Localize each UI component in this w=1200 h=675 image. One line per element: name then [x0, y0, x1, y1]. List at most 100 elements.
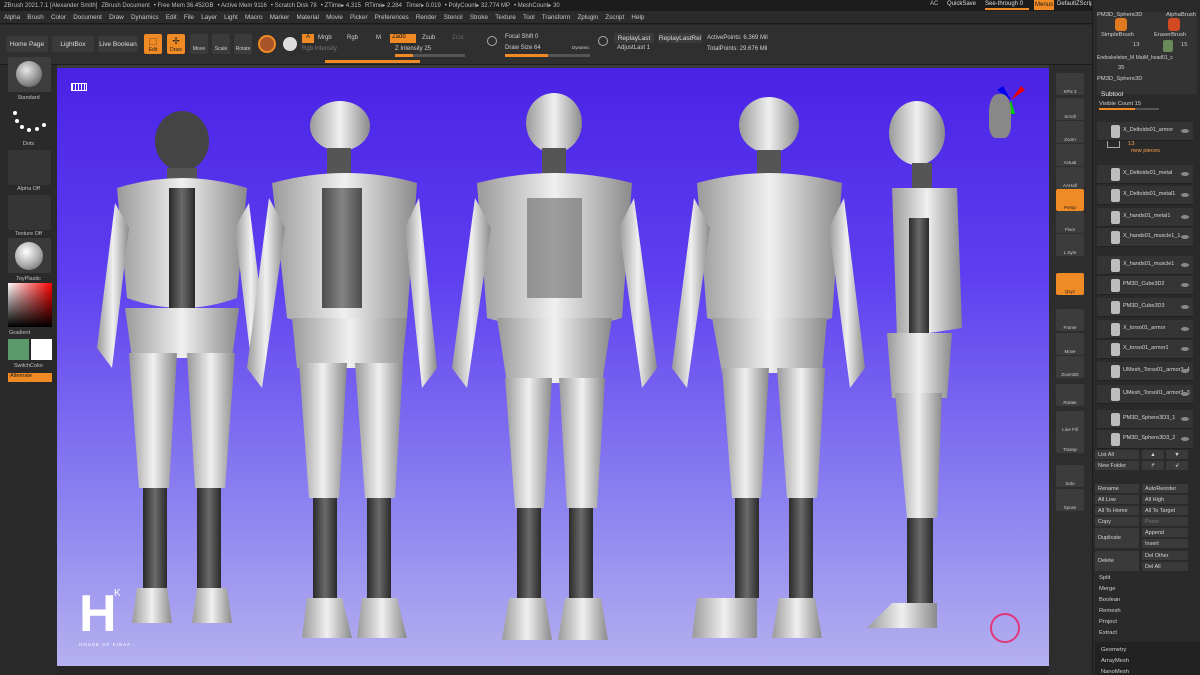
tray-l-sym-button[interactable]: L.Sym: [1056, 234, 1084, 256]
simplebrush-label[interactable]: SimpleBrush: [1101, 32, 1134, 38]
eye-icon[interactable]: [1181, 172, 1189, 176]
menu-transform[interactable]: Transform: [542, 14, 570, 21]
tray-scroll-button[interactable]: Scroll: [1056, 98, 1084, 120]
menu-help[interactable]: Help: [631, 14, 644, 21]
visible-count-slider[interactable]: Visible Count 15: [1099, 101, 1141, 107]
navigation-head-icon[interactable]: [989, 94, 1011, 138]
edit-button[interactable]: ⬚ Edit: [144, 34, 162, 54]
color-picker[interactable]: [8, 283, 52, 327]
alpha-slot[interactable]: [8, 150, 51, 185]
eye-icon[interactable]: [1181, 263, 1189, 267]
scale-button[interactable]: Scale: [212, 34, 230, 54]
menu-render[interactable]: Render: [416, 14, 437, 21]
all-high-button[interactable]: All High: [1142, 495, 1188, 504]
menu-alpha[interactable]: Alpha: [4, 14, 20, 21]
menu-zplugin[interactable]: Zplugin: [577, 14, 598, 21]
eye-icon[interactable]: [1181, 417, 1189, 421]
tray-solo-button[interactable]: Solo: [1056, 465, 1084, 487]
live-boolean-button[interactable]: Live Boolean: [98, 36, 138, 52]
subtool-header[interactable]: Subtool: [1101, 91, 1123, 98]
menu-draw[interactable]: Draw: [109, 14, 124, 21]
menu-layer[interactable]: Layer: [201, 14, 217, 21]
material-slot[interactable]: [8, 238, 51, 273]
subtool-item[interactable]: X_hands01_muscle1: [1097, 256, 1193, 275]
home-page-button[interactable]: Home Page: [6, 36, 48, 52]
menu-stroke[interactable]: Stroke: [470, 14, 488, 21]
tray-zoom3d-button[interactable]: Zoom3D: [1056, 356, 1084, 378]
split-menu[interactable]: Split: [1099, 575, 1110, 581]
m-button[interactable]: M: [376, 35, 381, 41]
lightbox-button[interactable]: LightBox: [52, 36, 94, 52]
copy-button[interactable]: Copy: [1095, 517, 1139, 526]
menu-preferences[interactable]: Preferences: [375, 14, 409, 21]
zadd-button[interactable]: Zadd: [390, 34, 416, 43]
subtool-item[interactable]: UMesh_Torso01_armor3_3: [1097, 385, 1193, 404]
subtool-item[interactable]: PM3D_Sphere3D3_2: [1097, 430, 1193, 449]
rgb-button[interactable]: Rgb: [347, 35, 358, 41]
z-intensity-slider[interactable]: Z Intensity 25: [395, 46, 431, 52]
brush-slot[interactable]: [8, 57, 51, 92]
menu-zscript[interactable]: Zscript: [605, 14, 624, 21]
eye-icon[interactable]: [1181, 369, 1189, 373]
secondary-color-swatch[interactable]: [31, 339, 52, 360]
menu-brush[interactable]: Brush: [27, 14, 43, 21]
all-to-target-button[interactable]: All To Target: [1142, 506, 1188, 515]
replay-last-rel-button[interactable]: ReplayLastRel: [658, 33, 702, 43]
eye-icon[interactable]: [1181, 392, 1189, 396]
insert-button[interactable]: Insert: [1142, 539, 1188, 548]
move-button[interactable]: Move: [190, 34, 208, 54]
menu-macro[interactable]: Macro: [245, 14, 263, 21]
draw-size-slider[interactable]: Draw Size 64: [505, 45, 541, 51]
simplebrush-icon[interactable]: [1115, 18, 1127, 31]
alternate-button[interactable]: Alternate: [8, 373, 52, 382]
nanomesh-menu[interactable]: NanoMesh: [1101, 669, 1129, 675]
del-all-button[interactable]: Del All: [1142, 562, 1188, 571]
menu-movie[interactable]: Movie: [326, 14, 343, 21]
tray-persp-button[interactable]: Persp: [1056, 189, 1084, 211]
tray-aahalf-button[interactable]: AAHalf: [1056, 167, 1084, 189]
quicksave-button[interactable]: QuickSave: [947, 1, 976, 7]
tray-floor-button[interactable]: Floor: [1056, 211, 1084, 233]
subtool-item[interactable]: X_torso01_armor: [1097, 320, 1193, 339]
viewport-canvas[interactable]: H K HOUSE OF KIBAA: [57, 68, 1049, 666]
tray-zoom-button[interactable]: Zoom: [1056, 121, 1084, 143]
append-button[interactable]: Append: [1142, 528, 1188, 537]
default-zscript[interactable]: DefaultZScript: [1057, 1, 1095, 7]
eye-icon[interactable]: [1181, 129, 1189, 133]
focal-shift-slider[interactable]: Focal Shift 0: [505, 34, 538, 40]
extract-menu[interactable]: Extract: [1099, 630, 1117, 636]
project-menu[interactable]: Project: [1099, 619, 1117, 625]
menu-dynamics[interactable]: Dynamics: [131, 14, 159, 21]
tray-actual-button[interactable]: Actual: [1056, 144, 1084, 166]
tray-xpose-button[interactable]: Xpose: [1056, 489, 1084, 511]
switchcolor-button[interactable]: SwitchColor: [0, 363, 57, 369]
subtool-item[interactable]: X_torso01_armor1: [1097, 340, 1193, 359]
list-all-button[interactable]: List All: [1095, 450, 1139, 459]
color-picker-icon[interactable]: [283, 37, 297, 51]
adjust-last-slider[interactable]: AdjustLast 1: [617, 45, 650, 51]
eraserbrush-label[interactable]: EraserBrush: [1154, 32, 1186, 38]
menu-file[interactable]: File: [184, 14, 194, 21]
a-button[interactable]: A: [302, 34, 314, 43]
menus-toggle[interactable]: Menus: [1034, 0, 1054, 10]
eye-icon[interactable]: [1181, 283, 1189, 287]
eye-icon[interactable]: [1181, 437, 1189, 441]
autoreorder-button[interactable]: AutoReorder: [1142, 484, 1188, 493]
all-low-button[interactable]: All Low: [1095, 495, 1139, 504]
main-color-swatch[interactable]: [8, 339, 29, 360]
rotate-button[interactable]: Rotate: [234, 34, 252, 54]
eraserbrush-icon[interactable]: [1168, 18, 1180, 31]
mrgb-button[interactable]: Mrgb: [318, 35, 332, 41]
arrow-up-icon[interactable]: ▲: [1142, 450, 1164, 459]
tray-move-button[interactable]: Move: [1056, 333, 1084, 355]
rename-button[interactable]: Rename: [1095, 484, 1139, 493]
subtool-item[interactable]: X_Deltoids01_armor: [1097, 122, 1193, 141]
collapse-folder-icon[interactable]: ↲: [1166, 461, 1188, 470]
draw-button[interactable]: ✢ Draw: [167, 34, 185, 54]
all-to-home-button[interactable]: All To Home: [1095, 506, 1139, 515]
eye-icon[interactable]: [1181, 215, 1189, 219]
zsub-button[interactable]: Zsub: [422, 35, 435, 41]
menu-material[interactable]: Material: [296, 14, 318, 21]
tool-thumbnail-icon[interactable]: [1163, 40, 1173, 52]
arraymesh-menu[interactable]: ArrayMesh: [1101, 658, 1129, 664]
